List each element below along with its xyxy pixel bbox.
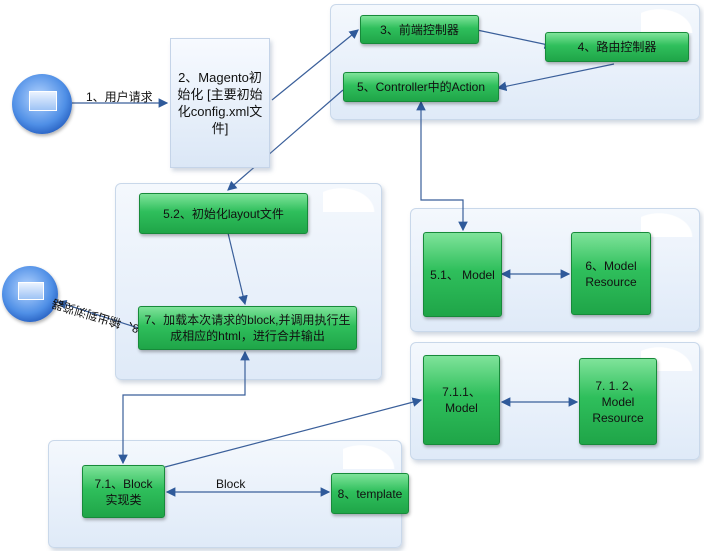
node-712-model-resource: 7. 1. 2、Model Resource	[579, 358, 657, 445]
monitor-icon	[12, 74, 72, 134]
arrow-3-4	[476, 29, 555, 49]
node-7-load-block: 7、加载本次请求的block,并调用执行生成相应的html，进行合并输出	[138, 306, 357, 350]
node-51-model: 5.1、 Model	[423, 232, 502, 317]
node-6-model-resource: 6、Model Resource	[571, 232, 651, 315]
arrow-7-71	[118, 350, 250, 465]
arrow-4-5	[496, 63, 615, 91]
monitor-icon	[2, 266, 58, 322]
node-2-init: 2、Magento初始化 [主要初始化config.xml文件]	[170, 38, 270, 168]
node-8-template: 8、template	[331, 473, 409, 514]
node-5-action: 5、Controller中的Action	[343, 72, 499, 102]
arrow-5-51	[416, 100, 468, 232]
label-user-request: 1、用户请求	[86, 90, 153, 104]
label-block: Block	[216, 477, 246, 491]
node-4-router: 4、路由控制器	[545, 32, 689, 62]
arrow-52-7	[227, 232, 248, 306]
node-71-block: 7.1、Block 实现类	[82, 465, 165, 518]
node-3-front-controller: 3、前端控制器	[360, 15, 479, 44]
node-711-model: 7.1.1、Model	[423, 355, 500, 445]
arrow-71-711	[164, 397, 423, 468]
node-52-layout: 5.2、初始化layout文件	[139, 193, 308, 234]
